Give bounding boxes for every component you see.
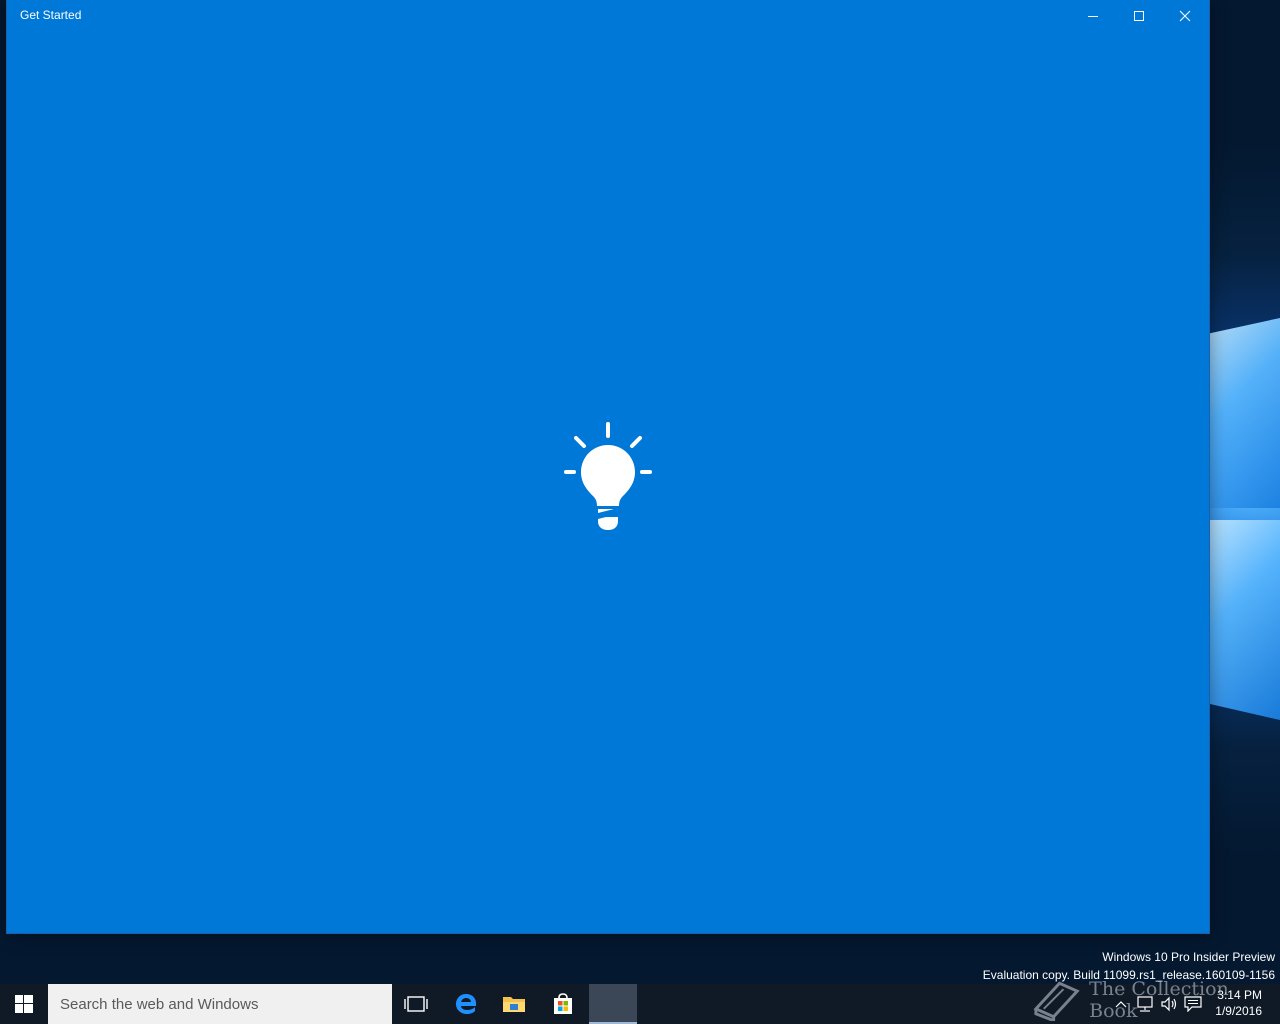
minimize-icon (1088, 16, 1098, 17)
lightbulb-icon (564, 422, 652, 530)
book-icon (1033, 981, 1080, 1021)
maximize-icon (1134, 11, 1144, 21)
get-started-window: Get Started (7, 0, 1209, 933)
window-title: Get Started (20, 8, 82, 22)
search-input[interactable] (48, 984, 392, 1024)
windows-start-icon (15, 995, 33, 1013)
store-icon (554, 993, 572, 1014)
windows-logo-pane-bottom (1210, 520, 1280, 720)
edge-icon (456, 994, 476, 1014)
title-bar[interactable]: Get Started (7, 0, 1209, 32)
close-icon (1179, 10, 1191, 22)
get-started-taskbar-button[interactable] (589, 984, 637, 1024)
splash-content (7, 32, 1209, 933)
minimize-button[interactable] (1070, 0, 1116, 32)
close-button[interactable] (1162, 0, 1208, 32)
watermark-edition: Windows 10 Pro Insider Preview (1102, 950, 1275, 964)
task-view-icon (404, 996, 428, 1012)
task-view-button[interactable] (392, 984, 440, 1024)
file-explorer-button[interactable] (490, 984, 538, 1024)
file-explorer-icon (503, 997, 525, 1012)
windows-logo-pane-top (1210, 318, 1280, 508)
maximize-button[interactable] (1116, 0, 1162, 32)
brand-watermark: The Collection Book (1030, 978, 1280, 1022)
edge-button[interactable] (442, 984, 490, 1024)
brand-text: The Collection Book (1089, 978, 1229, 1022)
start-button[interactable] (0, 984, 48, 1024)
store-button[interactable] (539, 984, 587, 1024)
